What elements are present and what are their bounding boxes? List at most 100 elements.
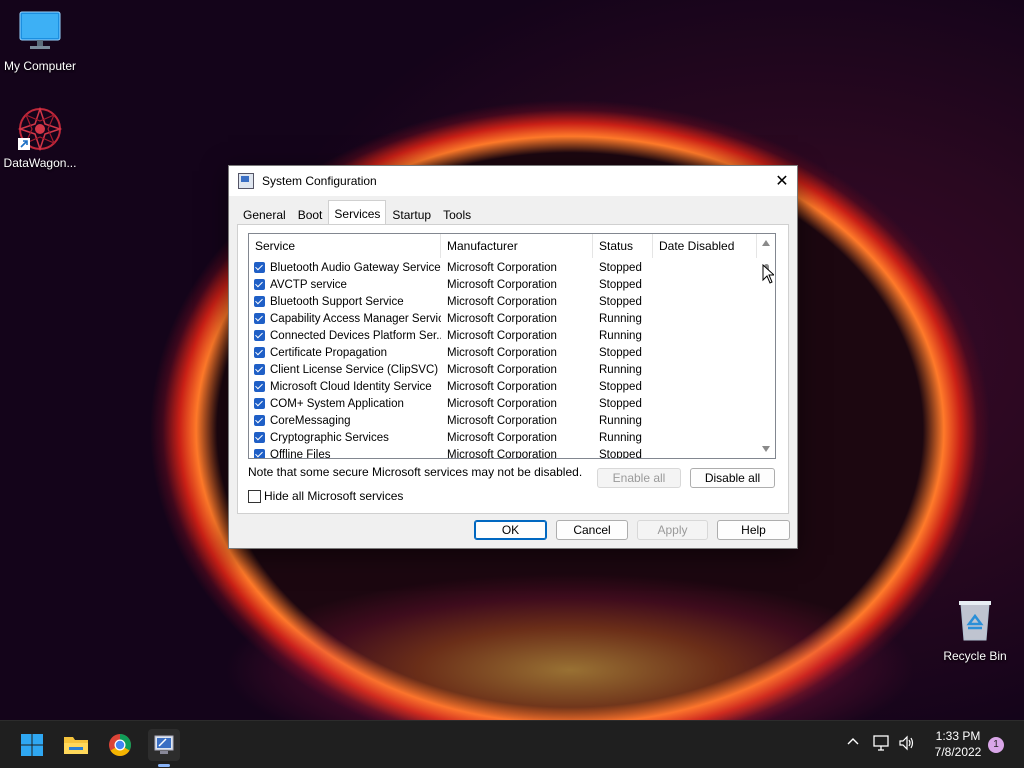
service-name: Capability Access Manager Service xyxy=(270,312,441,325)
service-checkbox[interactable] xyxy=(254,313,265,324)
service-checkbox[interactable] xyxy=(254,279,265,290)
column-header-service[interactable]: Service xyxy=(249,234,441,258)
service-checkbox[interactable] xyxy=(254,364,265,375)
system-configuration-dialog: System Configuration ✕ General Boot Serv… xyxy=(228,165,798,549)
service-checkbox[interactable] xyxy=(254,381,265,392)
desktop-icon-label: My Computer xyxy=(3,59,77,73)
service-status: Stopped xyxy=(599,261,642,274)
scroll-down-icon[interactable] xyxy=(762,446,770,452)
service-status: Stopped xyxy=(599,397,642,410)
disable-all-button[interactable]: Disable all xyxy=(690,468,775,488)
service-manufacturer: Microsoft Corporation xyxy=(447,295,557,308)
services-list[interactable]: Service Manufacturer Status Date Disable… xyxy=(248,233,776,459)
service-name-cell: COM+ System Application xyxy=(249,398,441,410)
taskbar-system-configuration[interactable] xyxy=(148,729,180,767)
table-row[interactable]: Offline Files Microsoft Corporation Stoppe… xyxy=(249,446,757,459)
service-checkbox[interactable] xyxy=(254,330,265,341)
service-checkbox[interactable] xyxy=(254,415,265,426)
service-status: Stopped xyxy=(599,295,642,308)
service-name-cell: AVCTP service xyxy=(249,279,441,291)
desktop-icon-recycle-bin[interactable]: Recycle Bin xyxy=(935,598,1015,663)
title-bar[interactable]: System Configuration ✕ xyxy=(229,166,797,196)
service-manufacturer: Microsoft Corporation xyxy=(447,346,557,359)
service-checkbox[interactable] xyxy=(254,398,265,409)
notification-badge[interactable]: 1 xyxy=(988,737,1004,753)
system-configuration-icon xyxy=(238,173,254,189)
table-row[interactable]: Bluetooth Support Service Microsoft Corpo… xyxy=(249,293,757,310)
desktop-icon-label: Recycle Bin xyxy=(943,649,1007,663)
table-row[interactable]: AVCTP service Microsoft Corporation Stoppe… xyxy=(249,276,757,293)
active-app-indicator xyxy=(158,764,170,767)
dialog-title: System Configuration xyxy=(262,174,377,188)
cancel-button[interactable]: Cancel xyxy=(556,520,628,540)
help-button[interactable]: Help xyxy=(717,520,790,540)
tab-strip: General Boot Services Startup Tools xyxy=(237,200,477,227)
service-name-cell: Client License Service (ClipSVC) xyxy=(249,364,441,376)
taskbar-file-explorer[interactable] xyxy=(60,729,92,761)
service-name: Client License Service (ClipSVC) xyxy=(270,363,439,376)
service-name-cell: Bluetooth Audio Gateway Service xyxy=(249,262,441,274)
close-icon[interactable]: ✕ xyxy=(767,166,797,196)
wallpaper-glow xyxy=(140,520,1000,740)
service-name: Offline Files xyxy=(270,448,331,459)
table-row[interactable]: Certificate Propagation Microsoft Corpora… xyxy=(249,344,757,361)
service-name-cell: Bluetooth Support Service xyxy=(249,296,441,308)
service-manufacturer: Microsoft Corporation xyxy=(447,448,557,459)
service-status: Running xyxy=(599,312,642,325)
start-button[interactable] xyxy=(16,729,48,761)
service-checkbox[interactable] xyxy=(254,262,265,273)
table-row[interactable]: COM+ System Application Microsoft Corpora… xyxy=(249,395,757,412)
service-manufacturer: Microsoft Corporation xyxy=(447,414,557,427)
datawagon-logo-icon xyxy=(17,106,63,152)
desktop-icon-datawagon[interactable]: DataWagon... xyxy=(0,106,80,170)
checkbox-unchecked[interactable] xyxy=(248,489,261,503)
service-name: Certificate Propagation xyxy=(270,346,387,359)
hide-microsoft-services-checkbox[interactable]: Hide all Microsoft services xyxy=(248,489,403,503)
table-row[interactable]: Cryptographic Services Microsoft Corporat… xyxy=(249,429,757,446)
enable-all-button[interactable]: Enable all xyxy=(597,468,681,488)
service-name: Connected Devices Platform Ser... xyxy=(270,329,441,342)
service-status: Running xyxy=(599,363,642,376)
service-manufacturer: Microsoft Corporation xyxy=(447,278,557,291)
service-status: Running xyxy=(599,414,642,427)
service-name: Bluetooth Audio Gateway Service xyxy=(270,261,441,274)
service-name-cell: CoreMessaging xyxy=(249,415,441,427)
desktop-icon-my-computer[interactable]: My Computer xyxy=(0,10,80,73)
table-row[interactable]: CoreMessaging Microsoft Corporation Runnin… xyxy=(249,412,757,429)
list-header: Service Manufacturer Status Date Disable… xyxy=(249,234,757,258)
ok-button[interactable]: OK xyxy=(474,520,547,540)
service-name: AVCTP service xyxy=(270,278,347,291)
table-row[interactable]: Connected Devices Platform Ser... Microso… xyxy=(249,327,757,344)
list-rows: Bluetooth Audio Gateway Service Microsoft… xyxy=(249,259,757,459)
column-header-date-disabled[interactable]: Date Disabled xyxy=(653,234,757,258)
show-hidden-icons-button[interactable] xyxy=(846,735,860,752)
clock-date: 7/8/2022 xyxy=(934,745,982,759)
taskbar-chrome[interactable] xyxy=(104,729,136,761)
table-row[interactable]: Bluetooth Audio Gateway Service Microsoft… xyxy=(249,259,757,276)
service-checkbox[interactable] xyxy=(254,432,265,443)
network-button[interactable] xyxy=(872,735,890,754)
column-header-manufacturer[interactable]: Manufacturer xyxy=(441,234,593,258)
service-name-cell: Capability Access Manager Service xyxy=(249,313,441,325)
service-checkbox[interactable] xyxy=(254,449,265,458)
apply-button[interactable]: Apply xyxy=(637,520,708,540)
service-status: Stopped xyxy=(599,346,642,359)
table-row[interactable]: Client License Service (ClipSVC) Microsof… xyxy=(249,361,757,378)
volume-button[interactable] xyxy=(898,735,916,754)
service-status: Stopped xyxy=(599,380,642,393)
tab-services[interactable]: Services xyxy=(328,200,387,227)
service-manufacturer: Microsoft Corporation xyxy=(447,363,557,376)
service-name: Microsoft Cloud Identity Service xyxy=(270,380,432,393)
service-name-cell: Microsoft Cloud Identity Service xyxy=(249,381,441,393)
service-name: CoreMessaging xyxy=(270,414,351,427)
service-checkbox[interactable] xyxy=(254,347,265,358)
service-manufacturer: Microsoft Corporation xyxy=(447,431,557,444)
clock[interactable]: 1:33 PM 7/8/2022 xyxy=(928,728,988,760)
service-checkbox[interactable] xyxy=(254,296,265,307)
chrome-icon xyxy=(109,734,131,756)
scroll-up-icon[interactable] xyxy=(762,240,770,246)
service-name: COM+ System Application xyxy=(270,397,404,410)
column-header-status[interactable]: Status xyxy=(593,234,653,258)
table-row[interactable]: Microsoft Cloud Identity Service Microsof… xyxy=(249,378,757,395)
table-row[interactable]: Capability Access Manager Service Microso… xyxy=(249,310,757,327)
